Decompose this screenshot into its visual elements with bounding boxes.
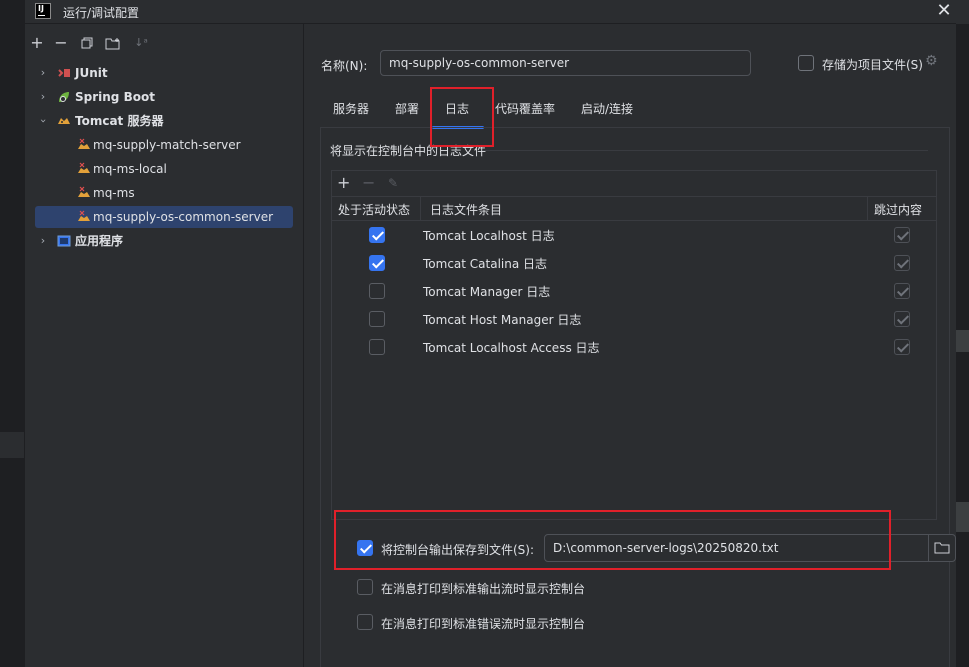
column-header[interactable]: 处于活动状态	[338, 201, 410, 218]
highlight-box-save-output	[334, 510, 891, 570]
tree-item-config[interactable]: mq-ms-local	[35, 158, 293, 180]
remove-icon[interactable]: −	[362, 173, 375, 192]
table-row[interactable]: Tomcat Host Manager 日志	[332, 305, 936, 333]
show-console-stdout-checkbox[interactable]	[357, 579, 373, 595]
skip-content-checkbox[interactable]	[894, 255, 910, 271]
table-row[interactable]: Tomcat Localhost 日志	[332, 221, 936, 249]
skip-content-checkbox[interactable]	[894, 227, 910, 243]
tomcat-config-icon	[78, 138, 90, 149]
section-divider	[483, 150, 928, 151]
chevron-right-icon[interactable]: ›	[37, 86, 49, 108]
log-files-table: + − ✎ 处于活动状态 日志文件条目 跳过内容 Tomcat Localhos…	[331, 170, 937, 520]
tomcat-config-icon	[78, 210, 90, 221]
log-entry-name: Tomcat Localhost 日志	[423, 229, 555, 243]
active-checkbox[interactable]	[369, 255, 385, 271]
table-toolbar: + − ✎	[332, 171, 936, 197]
copy-icon[interactable]	[77, 32, 97, 54]
table-row[interactable]: Tomcat Manager 日志	[332, 277, 936, 305]
skip-content-checkbox[interactable]	[894, 283, 910, 299]
title-bar: IJ 运行/调试配置 ✕	[25, 0, 956, 24]
store-as-project-file-checkbox[interactable]	[798, 55, 814, 71]
tree-item-junit[interactable]: › JUnit	[35, 62, 293, 84]
active-checkbox[interactable]	[369, 283, 385, 299]
tree-item-label: mq-supply-match-server	[93, 138, 241, 152]
tab-server[interactable]: 服务器	[333, 100, 369, 117]
show-console-stderr-checkbox[interactable]	[357, 614, 373, 630]
chevron-right-icon[interactable]: ›	[37, 62, 49, 84]
window-title: 运行/调试配置	[63, 6, 140, 20]
gear-icon[interactable]: ⚙	[925, 53, 938, 69]
tree-item-label: Spring Boot	[75, 90, 155, 104]
tree-item-application[interactable]: › 应用程序	[35, 230, 293, 252]
spring-boot-icon	[59, 92, 69, 102]
background-band	[956, 330, 969, 352]
config-tree-panel: + − ↓ᵃ › JUnit › Spring Boot › Tomcat 服务…	[25, 24, 304, 667]
background-ide-left	[0, 0, 24, 667]
tree-item-label: 应用程序	[75, 234, 124, 248]
show-console-stdout-label: 在消息打印到标准输出流时显示控制台	[381, 582, 586, 596]
column-header[interactable]: 跳过内容	[874, 201, 922, 218]
log-entry-name: Tomcat Host Manager 日志	[423, 313, 582, 327]
chevron-down-icon[interactable]: ›	[32, 115, 54, 127]
background-ide-right	[955, 24, 969, 667]
remove-icon[interactable]: −	[51, 32, 71, 54]
tree-toolbar: + − ↓ᵃ	[25, 32, 304, 56]
skip-content-checkbox[interactable]	[894, 311, 910, 327]
log-entry-name: Tomcat Catalina 日志	[423, 257, 548, 271]
background-block	[0, 432, 24, 458]
tomcat-icon	[58, 118, 70, 124]
tree-item-tomcat[interactable]: › Tomcat 服务器	[35, 110, 293, 132]
tree-item-config-selected[interactable]: mq-supply-os-common-server	[35, 206, 293, 228]
name-label: 名称(N):	[321, 59, 368, 73]
tree-item-label: Tomcat 服务器	[75, 114, 164, 128]
config-detail-panel: 名称(N): mq-supply-os-common-server 存储为项目文…	[305, 24, 956, 667]
add-icon[interactable]: +	[27, 32, 47, 54]
sort-icon[interactable]: ↓ᵃ	[131, 32, 151, 54]
add-icon[interactable]: +	[337, 173, 350, 192]
tree-item-label: JUnit	[75, 66, 108, 80]
name-field[interactable]: mq-supply-os-common-server	[380, 50, 751, 76]
column-divider	[420, 197, 421, 221]
tree-item-label: mq-ms	[93, 186, 135, 200]
log-entry-name: Tomcat Manager 日志	[423, 285, 551, 299]
table-header: 处于活动状态 日志文件条目 跳过内容	[332, 197, 936, 221]
tree-item-spring-boot[interactable]: › Spring Boot	[35, 86, 293, 108]
active-checkbox[interactable]	[369, 339, 385, 355]
application-icon	[57, 235, 71, 247]
tomcat-config-icon	[78, 186, 90, 197]
log-entry-name: Tomcat Localhost Access 日志	[423, 341, 600, 355]
edit-icon[interactable]: ✎	[388, 176, 398, 190]
show-console-stderr-label: 在消息打印到标准错误流时显示控制台	[381, 617, 586, 631]
tab-code-coverage[interactable]: 代码覆盖率	[495, 100, 555, 117]
tab-startup-connection[interactable]: 启动/连接	[581, 100, 633, 117]
tomcat-config-icon	[78, 162, 90, 173]
tree-item-config[interactable]: mq-supply-match-server	[35, 134, 293, 156]
tree-item-label: mq-supply-os-common-server	[93, 210, 274, 224]
active-checkbox[interactable]	[369, 227, 385, 243]
junit-icon	[58, 69, 70, 77]
close-icon[interactable]: ✕	[933, 0, 955, 24]
column-header[interactable]: 日志文件条目	[430, 201, 502, 218]
folder-icon[interactable]	[934, 542, 950, 554]
skip-content-checkbox[interactable]	[894, 339, 910, 355]
tree-item-config[interactable]: mq-ms	[35, 182, 293, 204]
background-band	[956, 502, 969, 532]
tree-item-label: mq-ms-local	[93, 162, 167, 176]
highlight-box-tab	[430, 87, 494, 147]
chevron-right-icon[interactable]: ›	[37, 230, 49, 252]
column-divider	[867, 197, 868, 221]
store-as-project-file-label: 存储为项目文件(S)	[822, 58, 923, 72]
table-row[interactable]: Tomcat Localhost Access 日志	[332, 333, 936, 361]
tab-deployment[interactable]: 部署	[395, 100, 419, 117]
active-checkbox[interactable]	[369, 311, 385, 327]
new-folder-icon[interactable]	[103, 32, 123, 54]
field-divider	[928, 535, 929, 561]
intellij-app-icon: IJ	[35, 3, 51, 19]
run-debug-config-dialog: IJ 运行/调试配置 ✕ + − ↓ᵃ › JUnit › Spring Boo…	[24, 0, 956, 667]
table-row[interactable]: Tomcat Catalina 日志	[332, 249, 936, 277]
